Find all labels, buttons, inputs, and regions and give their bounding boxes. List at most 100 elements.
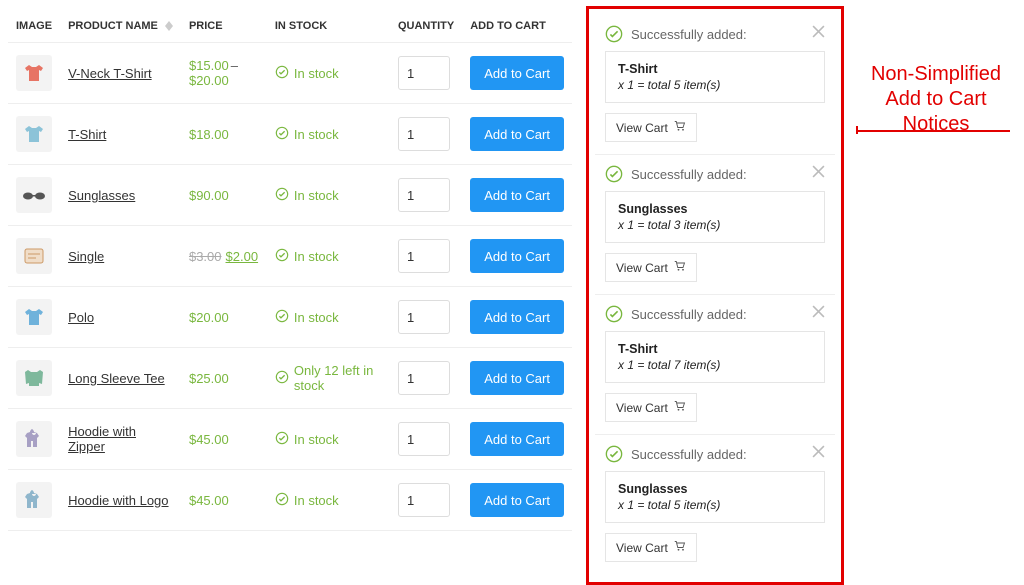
table-row: Sunglasses$90.00In stockAdd to Cart — [8, 165, 572, 226]
add-to-cart-button[interactable]: Add to Cart — [470, 56, 564, 90]
product-thumbnail[interactable] — [16, 421, 52, 457]
product-link[interactable]: Single — [68, 249, 104, 264]
stock-status: In stock — [275, 492, 382, 509]
notice-body: Sunglassesx 1 = total 3 item(s) — [605, 191, 825, 243]
quantity-input[interactable] — [398, 239, 450, 273]
quantity-input[interactable] — [398, 422, 450, 456]
notice-summary: x 1 = total 5 item(s) — [618, 498, 812, 512]
annotation-line — [856, 130, 1010, 132]
notice-summary: x 1 = total 3 item(s) — [618, 218, 812, 232]
col-qty-header[interactable]: QUANTITY — [390, 10, 462, 43]
quantity-input[interactable] — [398, 483, 450, 517]
cart-notice: Successfully added: T-Shirtx 1 = total 7 … — [595, 295, 835, 435]
sort-icon[interactable] — [165, 21, 173, 31]
add-to-cart-button[interactable]: Add to Cart — [470, 117, 564, 151]
product-link[interactable]: T-Shirt — [68, 127, 106, 142]
price-low: $15.00 — [189, 58, 229, 73]
notice-body: T-Shirtx 1 = total 7 item(s) — [605, 331, 825, 383]
stock-status: In stock — [275, 65, 382, 82]
stock-status: In stock — [275, 309, 382, 326]
cart-icon — [674, 540, 686, 555]
table-row: Hoodie with Zipper $45.00 In stock Add to C… — [8, 409, 572, 470]
quantity-input[interactable] — [398, 117, 450, 151]
check-icon — [275, 492, 289, 509]
col-stock-header[interactable]: IN STOCK — [267, 10, 390, 43]
close-icon[interactable] — [812, 445, 825, 461]
col-price-header[interactable]: PRICE — [181, 10, 267, 43]
notice-summary: x 1 = total 7 item(s) — [618, 358, 812, 372]
product-thumbnail[interactable] — [16, 299, 52, 335]
table-row: Hoodie with Logo $45.00 In stock Add to Car… — [8, 470, 572, 531]
table-row: T-Shirt$18.00In stockAdd to Cart — [8, 104, 572, 165]
check-icon — [275, 248, 289, 265]
add-to-cart-button[interactable]: Add to Cart — [470, 483, 564, 517]
table-row: Polo$20.00In stockAdd to Cart — [8, 287, 572, 348]
notice-summary: x 1 = total 5 item(s) — [618, 78, 812, 92]
cart-icon — [674, 400, 686, 415]
close-icon[interactable] — [812, 25, 825, 41]
add-to-cart-button[interactable]: Add to Cart — [470, 422, 564, 456]
product-link[interactable]: Long Sleeve Tee — [68, 371, 165, 386]
quantity-input[interactable] — [398, 361, 450, 395]
stock-status: Only 12 left in stock — [275, 363, 382, 393]
add-to-cart-button[interactable]: Add to Cart — [470, 300, 564, 334]
view-cart-button[interactable]: View Cart — [605, 113, 697, 142]
notice-title: Successfully added: — [631, 27, 747, 42]
product-link[interactable]: Sunglasses — [68, 188, 135, 203]
add-to-cart-button[interactable]: Add to Cart — [470, 239, 564, 273]
success-check-icon — [605, 165, 623, 183]
success-check-icon — [605, 445, 623, 463]
price: $2.00 — [226, 249, 259, 264]
col-image-header[interactable]: IMAGE — [8, 10, 60, 43]
price: $25.00 — [189, 371, 229, 386]
add-to-cart-button[interactable]: Add to Cart — [470, 361, 564, 395]
notice-product-name: T-Shirt — [618, 62, 812, 76]
view-cart-button[interactable]: View Cart — [605, 533, 697, 562]
stock-status: In stock — [275, 126, 382, 143]
check-icon — [275, 370, 289, 387]
annotation-tick — [856, 126, 858, 134]
price: $45.00 — [189, 432, 229, 447]
product-table: IMAGE PRODUCT NAME PRICE IN STOCK QUANTI… — [8, 10, 572, 531]
check-icon — [275, 309, 289, 326]
check-icon — [275, 431, 289, 448]
product-link[interactable]: Hoodie with Zipper — [68, 424, 136, 454]
price: $90.00 — [189, 188, 229, 203]
price: $45.00 — [189, 493, 229, 508]
product-thumbnail[interactable] — [16, 116, 52, 152]
check-icon — [275, 65, 289, 82]
view-cart-button[interactable]: View Cart — [605, 393, 697, 422]
notice-body: T-Shirt x 1 = total 5 item(s) — [605, 51, 825, 103]
cart-icon — [674, 260, 686, 275]
check-icon — [275, 126, 289, 143]
cart-icon — [674, 120, 686, 135]
check-icon — [275, 187, 289, 204]
product-thumbnail[interactable] — [16, 360, 52, 396]
product-thumbnail[interactable] — [16, 177, 52, 213]
quantity-input[interactable] — [398, 300, 450, 334]
success-check-icon — [605, 305, 623, 323]
notice-product-name: Sunglasses — [618, 482, 812, 496]
add-to-cart-button[interactable]: Add to Cart — [470, 178, 564, 212]
stock-status: In stock — [275, 431, 382, 448]
product-link[interactable]: Hoodie with Logo — [68, 493, 168, 508]
price-high: $20.00 — [189, 73, 229, 88]
product-thumbnail[interactable] — [16, 55, 52, 91]
stock-status: In stock — [275, 248, 382, 265]
product-thumbnail[interactable] — [16, 238, 52, 274]
notice-title: Successfully added: — [631, 447, 747, 462]
annotation-label: Non-Simplified Add to Cart Notices — [856, 62, 1016, 137]
notice-title: Successfully added: — [631, 307, 747, 322]
col-name-header[interactable]: PRODUCT NAME — [60, 10, 181, 43]
view-cart-button[interactable]: View Cart — [605, 253, 697, 282]
close-icon[interactable] — [812, 305, 825, 321]
table-row: Long Sleeve Tee $25.00 Only 12 left in sto… — [8, 348, 572, 409]
product-thumbnail[interactable] — [16, 482, 52, 518]
quantity-input[interactable] — [398, 178, 450, 212]
col-cart-header[interactable]: ADD TO CART — [462, 10, 572, 43]
product-link[interactable]: Polo — [68, 310, 94, 325]
close-icon[interactable] — [812, 165, 825, 181]
product-link[interactable]: V-Neck T-Shirt — [68, 66, 152, 81]
cart-notice: Successfully added:Sunglassesx 1 = total… — [595, 155, 835, 295]
quantity-input[interactable] — [398, 56, 450, 90]
